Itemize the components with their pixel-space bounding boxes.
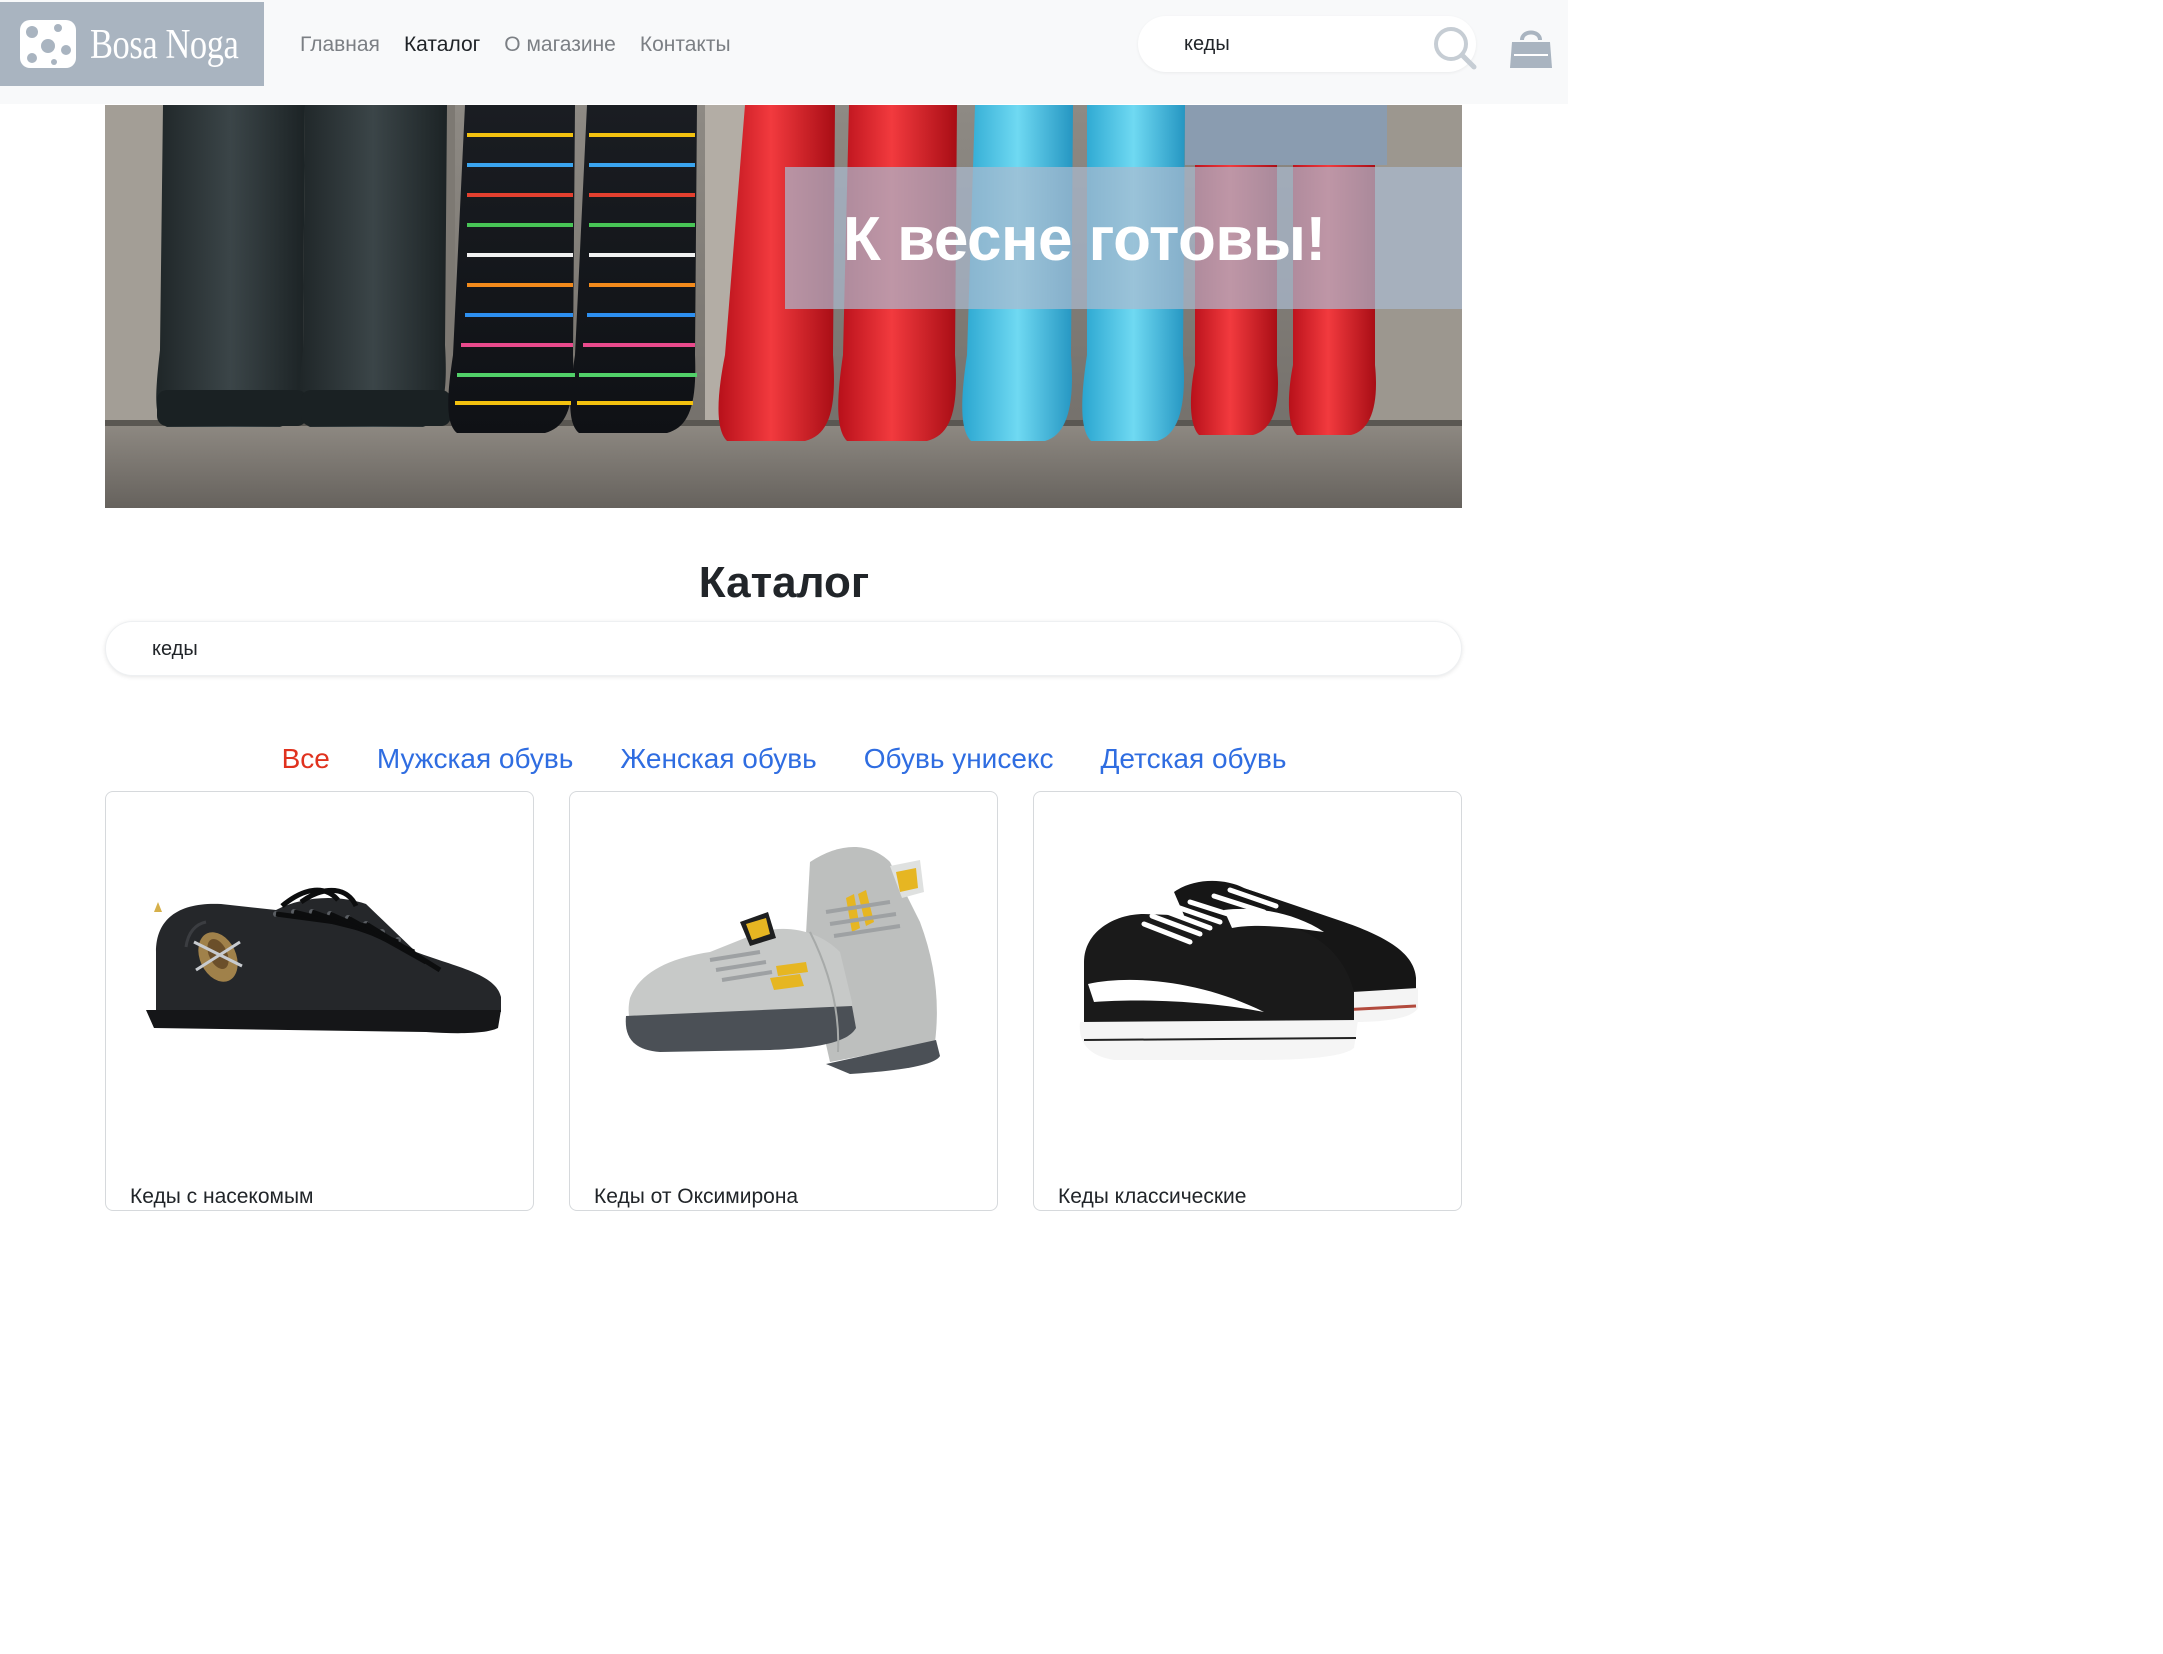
product-title[interactable]: Кеды от Оксимирона: [594, 1184, 798, 1210]
product-card[interactable]: Кеды с насекомым: [105, 791, 534, 1211]
category-all[interactable]: Все: [282, 737, 330, 781]
catalog-search-input[interactable]: [152, 634, 752, 664]
search-icon[interactable]: [1432, 25, 1478, 71]
nav-item-contacts[interactable]: Контакты: [628, 28, 743, 62]
product-image: [1079, 880, 1418, 1060]
main-nav: Главная Каталог О магазине Контакты: [288, 28, 743, 62]
nav-item-catalog[interactable]: Каталог: [392, 28, 492, 62]
header-search: [1138, 16, 1476, 72]
nav-item-home[interactable]: Главная: [288, 28, 392, 62]
category-women[interactable]: Женская обувь: [620, 737, 816, 781]
banner-headline: К весне готовы!: [843, 205, 1326, 274]
catalog-title: Каталог: [698, 558, 870, 607]
category-kids[interactable]: Детская обувь: [1100, 737, 1286, 781]
logo-text: Bosa Noga: [90, 22, 239, 68]
product-image: [146, 887, 501, 1034]
hero-banner: К весне готовы!: [105, 105, 1462, 508]
category-unisex[interactable]: Обувь унисекс: [864, 737, 1054, 781]
shopping-bag-icon[interactable]: [1506, 22, 1556, 72]
nav-item-about[interactable]: О магазине: [492, 28, 628, 62]
product-title[interactable]: Кеды классические: [1058, 1184, 1246, 1210]
header-search-input[interactable]: [1184, 28, 1414, 60]
banner-overlay: К весне готовы!: [785, 167, 1462, 309]
product-title[interactable]: Кеды с насекомым: [130, 1184, 314, 1210]
product-card[interactable]: Кеды от Оксимирона: [569, 791, 998, 1211]
catalog-search: [105, 621, 1462, 676]
category-men[interactable]: Мужская обувь: [377, 737, 574, 781]
site-header: Bosa Noga Главная Каталог О магазине Кон…: [0, 0, 1568, 104]
product-image: [625, 847, 940, 1074]
logo[interactable]: Bosa Noga: [0, 2, 264, 86]
product-card[interactable]: Кеды классические: [1033, 791, 1462, 1211]
logo-icon: [20, 20, 76, 68]
category-filters: Все Мужская обувь Женская обувь Обувь ун…: [0, 737, 1568, 781]
